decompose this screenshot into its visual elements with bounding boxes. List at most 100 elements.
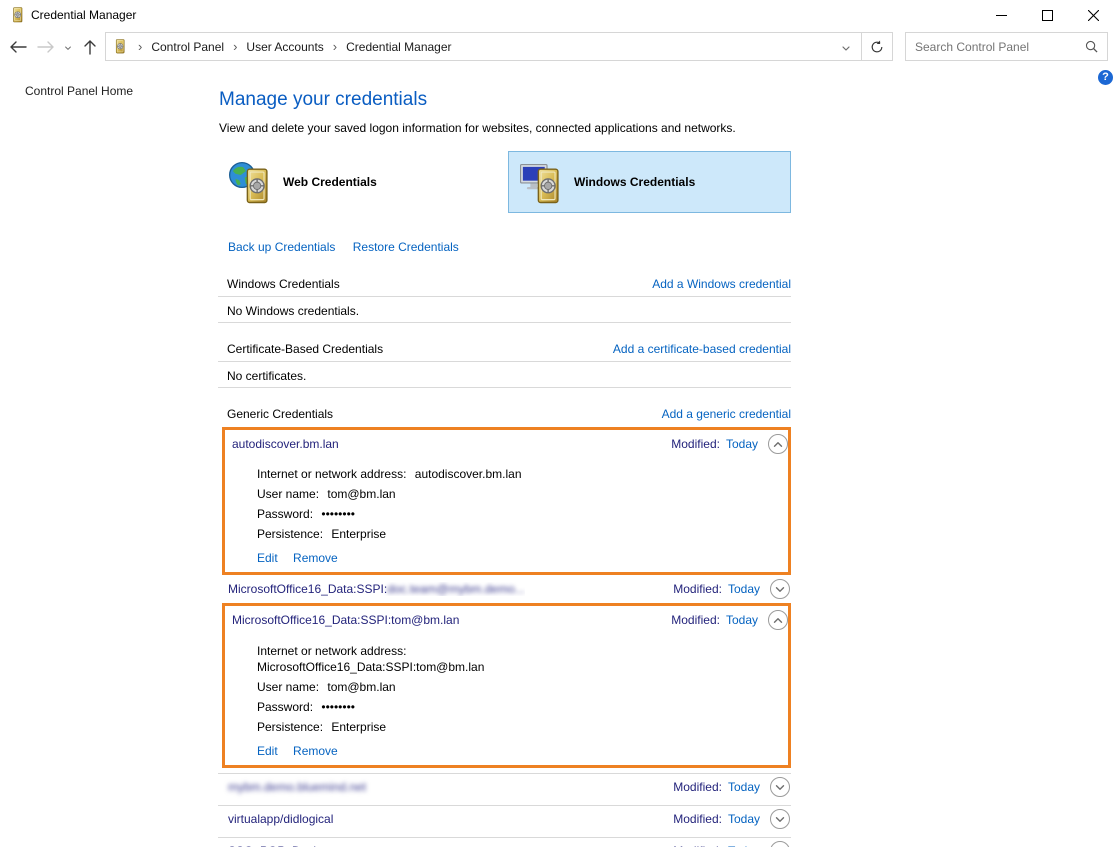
no-certificates-text: No certificates. [227,369,791,383]
credential-row-virtualapp: virtualapp/didlogical Modified: Today [218,806,791,832]
credential-row-office-sspi-redacted: MicrosoftOffice16_Data:SSPI:doc.team@myb… [218,575,791,603]
sidebar: Control Panel Home [25,84,133,98]
refresh-button[interactable] [862,33,892,60]
minimize-button[interactable] [978,0,1024,30]
persistence-line: Persistence: Enterprise [257,527,788,542]
section-title: Generic Credentials [227,407,333,421]
address-label: Internet or network address: [257,644,406,658]
credential-manager-icon [112,39,127,54]
credential-name-link[interactable]: mybm.demo.bluemind.net [228,780,366,794]
generic-credentials-section-header: Generic Credentials Add a generic creden… [218,407,791,421]
address-value: MicrosoftOffice16_Data:SSPI:tom@bm.lan [257,660,484,674]
credential-row-redacted: mybm.demo.bluemind.net Modified: Today [218,774,791,800]
credential-row-meta: Modified: Today [673,777,790,797]
expand-chevron-button[interactable] [770,777,790,797]
section-title: Windows Credentials [227,277,340,291]
back-button[interactable] [4,33,32,61]
up-button[interactable] [76,33,104,61]
credential-name-link[interactable]: MicrosoftOffice16_Data:SSPI:doc.team@myb… [228,582,525,596]
remove-link[interactable]: Remove [293,551,338,565]
tab-windows-credentials[interactable]: Windows Credentials [508,151,791,213]
address-value: autodiscover.bm.lan [415,467,522,481]
address-dropdown-button[interactable] [831,33,861,60]
credential-manager-icon [9,7,25,23]
password-value: •••••••• [321,507,355,521]
credential-actions: Edit Remove [257,551,788,565]
search-input[interactable] [906,40,1085,54]
backup-restore-links: Back up Credentials Restore Credentials [228,240,791,254]
tab-web-credentials[interactable]: Web Credentials [218,151,501,213]
search-icon [1085,40,1098,53]
username-label: User name: [257,487,319,501]
credential-actions: Edit Remove [257,744,788,758]
add-windows-credential-link[interactable]: Add a Windows credential [652,277,791,291]
password-value: •••••••• [321,700,355,714]
edit-link[interactable]: Edit [257,551,278,565]
breadcrumb-control-panel[interactable]: Control Panel [149,39,226,55]
credential-name-text: MicrosoftOffice16_Data:SSPI: [228,582,387,596]
credential-row-office-sspi-tom: MicrosoftOffice16_Data:SSPI:tom@bm.lan M… [225,606,788,632]
expand-chevron-button[interactable] [770,809,790,829]
modified-today-link[interactable]: Today [728,582,760,596]
add-generic-credential-link[interactable]: Add a generic credential [662,407,791,421]
page-description: View and delete your saved logon informa… [219,121,791,135]
remove-link[interactable]: Remove [293,744,338,758]
maximize-button[interactable] [1024,0,1070,30]
windows-credentials-icon [518,158,566,207]
add-certificate-credential-link[interactable]: Add a certificate-based credential [613,342,791,356]
tile-label: Windows Credentials [574,175,695,189]
modified-label: Modified: [673,582,722,596]
credential-row-meta: Modified: Today [673,809,790,829]
window-controls [978,0,1116,30]
credential-row-autodiscover: autodiscover.bm.lan Modified: Today [225,430,788,456]
credential-row-meta: Modified: Today [671,434,788,454]
forward-button[interactable] [32,33,60,61]
modified-label: Modified: [673,812,722,826]
modified-label: Modified: [671,437,720,451]
persistence-label: Persistence: [257,720,323,734]
restore-credentials-link[interactable]: Restore Credentials [353,240,459,254]
username-label: User name: [257,680,319,694]
modified-today-link[interactable]: Today [728,812,760,826]
close-button[interactable] [1070,0,1116,30]
credential-row-meta: Modified: Today [673,841,790,847]
credential-name-link[interactable]: autodiscover.bm.lan [232,437,339,451]
credential-row-meta: Modified: Today [671,610,788,630]
help-icon[interactable]: ? [1098,70,1113,85]
certificate-credentials-section-header: Certificate-Based Credentials Add a cert… [218,342,791,356]
breadcrumb-credential-manager[interactable]: Credential Manager [344,39,453,55]
expand-chevron-button[interactable] [770,579,790,599]
address-line: Internet or network address: MicrosoftOf… [257,643,788,675]
modified-today-link[interactable]: Today [726,613,758,627]
modified-label: Modified: [673,780,722,794]
content-area: ? Control Panel Home Manage your credent… [0,63,1116,847]
credential-type-tiles: Web Credentials Windows Credentials [218,151,791,213]
credential-name-link[interactable]: MicrosoftOffice16_Data:SSPI:tom@bm.lan [232,613,459,627]
persistence-label: Persistence: [257,527,323,541]
sidebar-item-control-panel-home[interactable]: Control Panel Home [25,84,133,98]
breadcrumb-user-accounts[interactable]: User Accounts [244,39,325,55]
credential-row-sso-pop-device: SSO_POP_Device Modified: Today [218,838,791,847]
password-line: Password: •••••••• [257,507,788,522]
credential-details: Internet or network address: MicrosoftOf… [225,632,788,765]
breadcrumb-separator-icon: › [131,39,149,54]
address-bar-actions [831,33,892,60]
modified-today-link[interactable]: Today [728,780,760,794]
credential-name-link[interactable]: virtualapp/didlogical [228,812,333,826]
backup-credentials-link[interactable]: Back up Credentials [228,240,335,254]
modified-today-link[interactable]: Today [726,437,758,451]
collapse-chevron-button[interactable] [768,434,788,454]
breadcrumb-separator-icon: › [326,39,344,54]
collapse-chevron-button[interactable] [768,610,788,630]
breadcrumb-separator-icon: › [226,39,244,54]
credential-details: Internet or network address: autodiscove… [225,456,788,572]
window-title: Credential Manager [31,8,136,22]
password-line: Password: •••••••• [257,700,788,715]
address-bar[interactable]: › Control Panel › User Accounts › Creden… [105,32,893,61]
redacted-text: doc.team@mybm.demo... [387,582,525,596]
recent-pages-dropdown[interactable] [60,33,76,61]
address-label: Internet or network address: [257,467,406,481]
edit-link[interactable]: Edit [257,744,278,758]
navigation-toolbar: › Control Panel › User Accounts › Creden… [0,30,1116,63]
expand-chevron-button[interactable] [770,841,790,847]
